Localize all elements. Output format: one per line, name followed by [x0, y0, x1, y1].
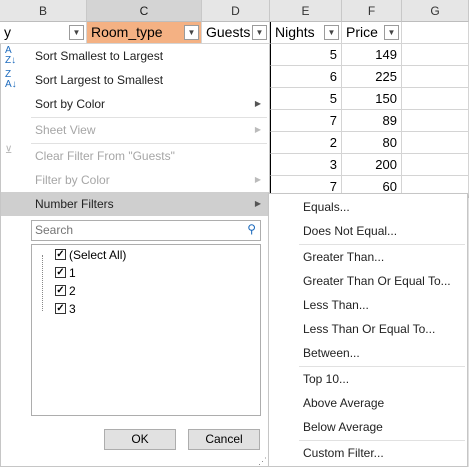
column-header-b[interactable]: B [0, 0, 87, 22]
empty-cell[interactable] [402, 154, 469, 176]
header-cell-nights[interactable]: Nights ▼ [270, 22, 342, 44]
number-filters-item[interactable]: Number Filters ▶ [1, 192, 269, 216]
sheet-view-label: Sheet View [35, 123, 96, 137]
search-box[interactable]: ⚲ [31, 220, 261, 241]
value-label-3: 3 [69, 302, 76, 316]
between-item[interactable]: Between... [269, 341, 467, 365]
value-checkbox-2[interactable]: ✓ [55, 285, 66, 296]
select-all-label: (Select All) [69, 248, 127, 262]
nights-cell[interactable]: 5 [270, 44, 342, 66]
column-header-c[interactable]: C [87, 0, 202, 22]
room-type-label: Room_type [91, 24, 163, 40]
search-icon[interactable]: ⚲ [247, 222, 256, 236]
less-equal-item[interactable]: Less Than Or Equal To... [269, 317, 467, 341]
filter-values-list[interactable]: ✓ (Select All) ✓ 1 ✓ 2 ✓ 3 [31, 244, 261, 416]
price-cell[interactable]: 149 [342, 44, 402, 66]
empty-cell[interactable] [402, 66, 469, 88]
sort-ascending-label: Sort Smallest to Largest [35, 49, 164, 63]
chevron-right-icon: ▶ [254, 199, 261, 208]
sort-ascending-item[interactable]: A Z↓ Sort Smallest to Largest [1, 44, 269, 68]
nights-cell[interactable]: 2 [270, 132, 342, 154]
column-header-e[interactable]: E [270, 0, 342, 22]
above-average-item[interactable]: Above Average [269, 391, 467, 415]
filter-by-color-item: Filter by Color ▶ [1, 168, 269, 192]
sort-descending-label: Sort Largest to Smallest [35, 73, 164, 87]
empty-cell[interactable] [402, 132, 469, 154]
sort-descending-icon: Z A↓ [5, 69, 17, 90]
chevron-right-icon: ▶ [254, 175, 261, 184]
nights-cell[interactable]: 6 [270, 66, 342, 88]
price-cell[interactable]: 80 [342, 132, 402, 154]
value-checkbox-3[interactable]: ✓ [55, 303, 66, 314]
custom-filter-item[interactable]: Custom Filter... [269, 441, 467, 465]
filter-dropdown-icon[interactable]: ▼ [324, 25, 339, 40]
select-all-checkbox[interactable]: ✓ [55, 249, 66, 260]
below-average-item[interactable]: Below Average [269, 415, 467, 439]
search-input[interactable] [32, 221, 238, 239]
nights-cell[interactable]: 5 [270, 88, 342, 110]
number-filters-label: Number Filters [35, 197, 114, 211]
value-label-2: 2 [69, 284, 76, 298]
guests-label: Guests [206, 24, 251, 40]
sort-ascending-icon: A Z↓ [5, 45, 17, 66]
nights-cell[interactable]: 3 [270, 154, 342, 176]
column-header-f[interactable]: F [342, 0, 402, 22]
sort-descending-item[interactable]: Z A↓ Sort Largest to Smallest [1, 68, 269, 92]
top-10-item[interactable]: Top 10... [269, 367, 467, 391]
number-filters-submenu: Equals... Does Not Equal... Greater Than… [268, 193, 468, 467]
clear-filter-icon: ⊻ [5, 145, 13, 156]
sort-by-color-item[interactable]: Sort by Color ▶ [1, 92, 269, 116]
header-cell-b[interactable]: y ▼ [0, 22, 87, 44]
empty-cell[interactable] [402, 22, 469, 44]
resize-grip-icon[interactable]: ⋰ [258, 456, 267, 467]
price-cell[interactable]: 200 [342, 154, 402, 176]
clear-filter-item: ⊻ Clear Filter From "Guests" [1, 144, 269, 168]
less-than-item[interactable]: Less Than... [269, 293, 467, 317]
filter-dropdown-icon[interactable]: ▼ [69, 25, 84, 40]
equals-item[interactable]: Equals... [269, 195, 467, 219]
chevron-right-icon: ▶ [254, 125, 261, 134]
header-cell-room-type[interactable]: Room_type ▼ [87, 22, 202, 44]
filter-dropdown-icon[interactable]: ▼ [384, 25, 399, 40]
filter-dropdown-icon[interactable]: ▼ [184, 25, 199, 40]
value-label-1: 1 [69, 266, 76, 280]
greater-than-item[interactable]: Greater Than... [269, 245, 467, 269]
header-cell-guests[interactable]: Guests ▼ [202, 22, 270, 44]
not-equal-item[interactable]: Does Not Equal... [269, 219, 467, 243]
price-cell[interactable]: 89 [342, 110, 402, 132]
filter-active-icon[interactable]: ▼ [252, 25, 267, 40]
empty-cell[interactable] [402, 110, 469, 132]
header-cell-price[interactable]: Price ▼ [342, 22, 402, 44]
clear-filter-label: Clear Filter From "Guests" [35, 149, 175, 163]
ok-button[interactable]: OK [104, 429, 176, 450]
price-cell[interactable]: 150 [342, 88, 402, 110]
nights-cell[interactable]: 7 [270, 110, 342, 132]
empty-cell[interactable] [402, 88, 469, 110]
greater-equal-item[interactable]: Greater Than Or Equal To... [269, 269, 467, 293]
column-header-d[interactable]: D [202, 0, 270, 22]
tree-line [42, 255, 44, 311]
chevron-right-icon: ▶ [254, 99, 261, 108]
column-header-g[interactable]: G [402, 0, 469, 22]
price-cell[interactable]: 225 [342, 66, 402, 88]
sort-by-color-label: Sort by Color [35, 97, 106, 111]
value-checkbox-1[interactable]: ✓ [55, 267, 66, 278]
sheet-view-item: Sheet View ▶ [1, 118, 269, 142]
empty-cell[interactable] [402, 44, 469, 66]
header-cell-b-label: y [4, 24, 11, 40]
filter-by-color-label: Filter by Color [35, 173, 110, 187]
price-label: Price [346, 24, 378, 40]
nights-label: Nights [275, 24, 315, 40]
cancel-button[interactable]: Cancel [188, 429, 260, 450]
